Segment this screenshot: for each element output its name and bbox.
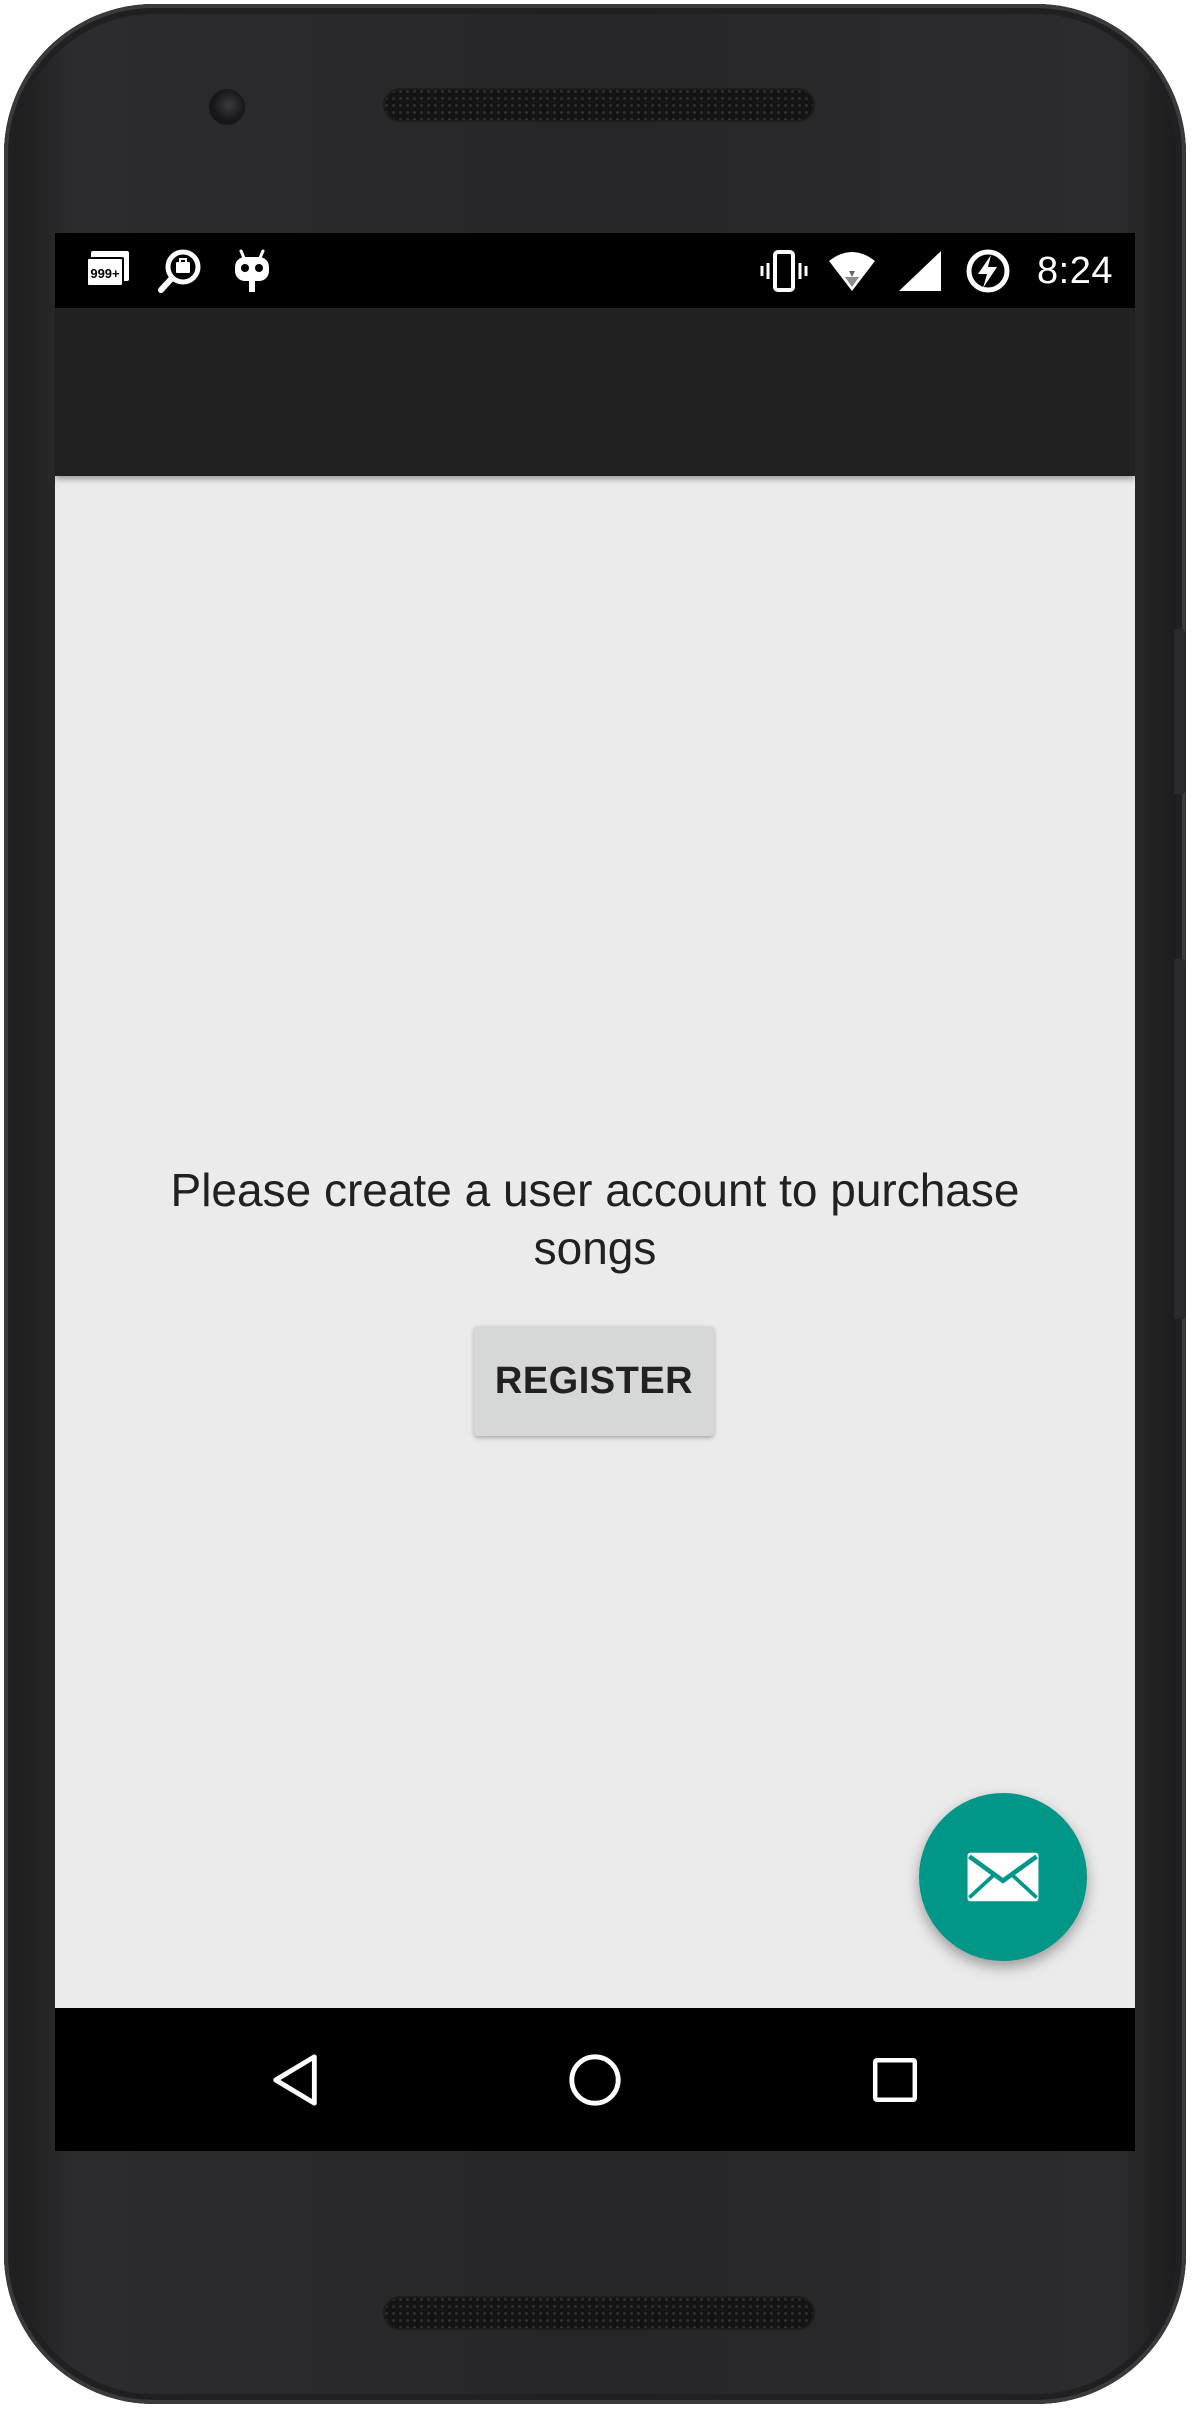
recents-button[interactable] <box>855 2040 935 2120</box>
mail-icon <box>967 1852 1039 1902</box>
cyanogen-bugdroid-icon <box>235 249 269 292</box>
volume-button <box>1174 959 1186 1319</box>
wifi-icon <box>829 252 876 291</box>
status-time: 8:24 <box>1037 249 1113 292</box>
power-button <box>1174 629 1186 794</box>
notification-badge: 999+ <box>90 266 120 281</box>
home-icon <box>569 2054 621 2106</box>
cell-signal-icon <box>899 251 942 291</box>
register-button-label: REGISTER <box>494 1359 694 1402</box>
app-bar <box>55 308 1135 476</box>
email-fab-button[interactable] <box>919 1793 1087 1961</box>
register-prompt-text: Please create a user account to purchase… <box>170 1164 1020 1274</box>
battery-saver-icon <box>966 249 1010 293</box>
back-button[interactable] <box>255 2040 335 2120</box>
top-speaker-grille <box>383 88 815 122</box>
back-icon <box>273 2054 317 2106</box>
home-button[interactable] <box>555 2040 635 2120</box>
register-button[interactable]: REGISTER <box>474 1326 714 1436</box>
vibrate-icon <box>760 250 808 292</box>
image-stack-icon: 999+ <box>86 251 129 287</box>
status-notifications: 999+ <box>83 247 277 295</box>
status-bar: 999+ 8:24 <box>55 233 1135 308</box>
recents-icon <box>872 2057 918 2103</box>
search-briefcase-icon <box>158 249 201 293</box>
screen: 999+ 8:24 Please create a user account t… <box>55 233 1135 2151</box>
navigation-bar <box>55 2008 1135 2151</box>
bottom-speaker-grille <box>383 2296 815 2330</box>
front-camera <box>209 89 245 125</box>
status-system-icons: 8:24 <box>759 247 1113 295</box>
